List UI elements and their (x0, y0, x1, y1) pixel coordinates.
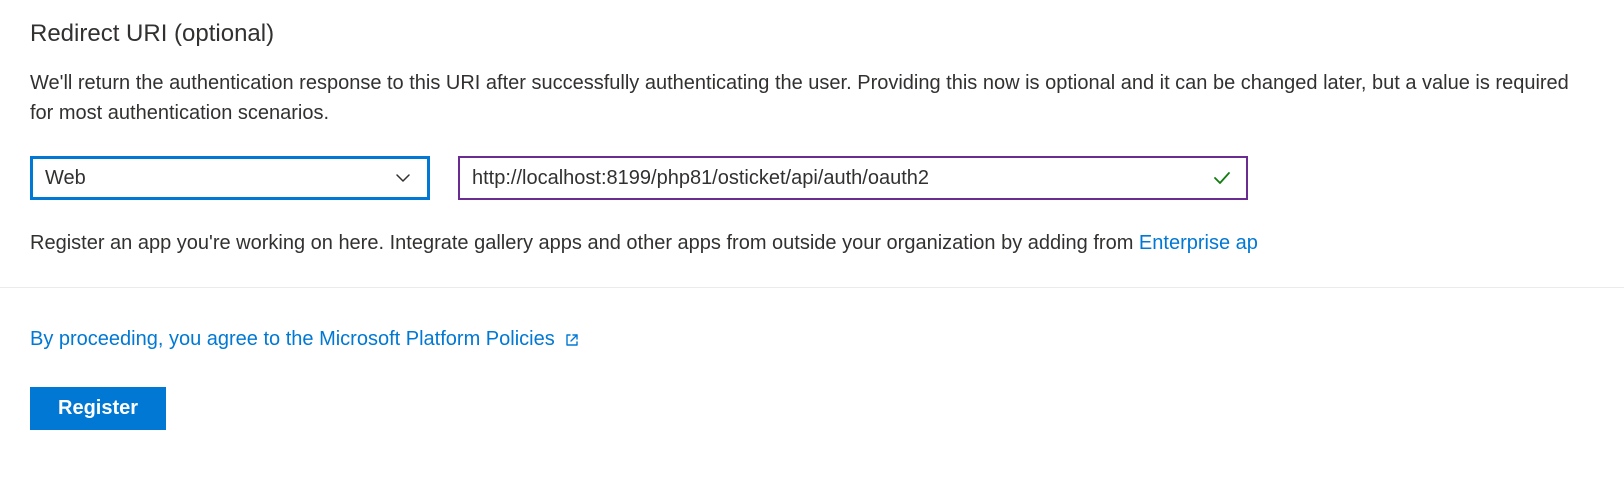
redirect-uri-input[interactable] (472, 167, 1210, 190)
redirect-uri-input-wrapper (458, 156, 1248, 200)
helper-text-prefix: Register an app you're working on here. … (30, 232, 1139, 254)
platform-policies-link[interactable]: By proceeding, you agree to the Microsof… (30, 328, 581, 351)
checkmark-icon (1210, 166, 1234, 190)
enterprise-apps-link[interactable]: Enterprise ap (1139, 232, 1258, 254)
section-description: We'll return the authentication response… (30, 68, 1594, 128)
redirect-uri-form-row: Web (30, 156, 1594, 200)
divider (0, 287, 1624, 288)
register-button[interactable]: Register (30, 387, 166, 430)
policies-link-text: By proceeding, you agree to the Microsof… (30, 328, 555, 351)
platform-select-value: Web (45, 167, 391, 190)
external-link-icon (563, 331, 581, 349)
chevron-down-icon (391, 166, 415, 190)
helper-text: Register an app you're working on here. … (30, 232, 1594, 255)
platform-select[interactable]: Web (30, 156, 430, 200)
section-title: Redirect URI (optional) (30, 20, 1594, 48)
